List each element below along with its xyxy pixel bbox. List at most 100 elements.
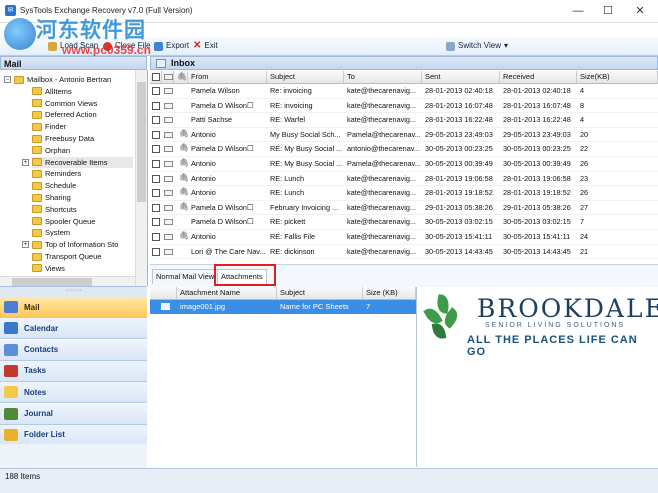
- select-all-checkbox[interactable]: [152, 73, 160, 81]
- tree-node[interactable]: Common Views: [32, 98, 97, 109]
- row-checkbox[interactable]: [152, 218, 160, 227]
- email-to: antonio@thecarenav...: [347, 144, 420, 154]
- column-subject[interactable]: Subject: [267, 71, 344, 83]
- nav-folder-list[interactable]: Folder List: [0, 424, 147, 446]
- row-checkbox[interactable]: [152, 87, 160, 95]
- email-row[interactable]: Patti Sachse RE: Warfel kate@thecarenavig.…: [150, 113, 658, 128]
- email-received: 28-01-2013 16:22:48: [503, 115, 571, 125]
- tree-node[interactable]: Orphan: [32, 145, 70, 156]
- row-checkbox[interactable]: [152, 116, 160, 125]
- exit-button[interactable]: ✕ Exit: [193, 39, 218, 53]
- email-row[interactable]: 🖇 Antonio RE: Fallis File kate@thecarenavig…: [150, 230, 658, 245]
- email-subject: February Invoicing ...: [270, 202, 339, 212]
- nav-mail[interactable]: Mail: [0, 297, 147, 318]
- email-row[interactable]: Pamela D Wilson☐ RE: invoicing kate@thecar…: [150, 99, 658, 114]
- expand-icon[interactable]: +: [22, 241, 29, 249]
- tree-node[interactable]: − Mailbox - Antonio Bertran: [4, 74, 111, 85]
- tree-node[interactable]: Reminders: [32, 168, 81, 179]
- close-window-button[interactable]: ✕: [626, 3, 654, 19]
- column-size[interactable]: Size (KB): [363, 287, 416, 299]
- expand-icon[interactable]: +: [22, 158, 29, 166]
- row-checkbox[interactable]: [152, 101, 160, 110]
- collapse-icon[interactable]: −: [4, 76, 11, 83]
- journal-icon: [4, 407, 18, 420]
- row-checkbox[interactable]: [152, 160, 160, 168]
- tree-node[interactable]: Shortcuts: [32, 204, 77, 215]
- nav-journal[interactable]: Journal: [0, 403, 147, 425]
- nav-contacts[interactable]: Contacts: [0, 339, 147, 361]
- tree-node[interactable]: Views: [32, 263, 65, 274]
- tree-node[interactable]: Freebusy Data: [32, 133, 94, 144]
- row-checkbox[interactable]: [152, 189, 160, 198]
- email-size: 26: [580, 188, 589, 198]
- scroll-thumb[interactable]: [137, 82, 146, 202]
- maximize-button[interactable]: ☐: [594, 3, 622, 19]
- envelope-icon: [164, 102, 173, 109]
- email-sent: 30-05-2013 00:39:49: [425, 159, 493, 168]
- column-to[interactable]: To: [344, 71, 422, 83]
- nav-notes[interactable]: Notes: [0, 382, 147, 404]
- email-row[interactable]: 🖇 Antonio RE: Lunch kate@thecarenavig... 28-…: [150, 186, 658, 201]
- nav-splitter[interactable]: ·······: [0, 286, 147, 297]
- row-checkbox[interactable]: [152, 130, 160, 139]
- email-to: kate@thecarenavig...: [347, 217, 417, 227]
- row-checkbox[interactable]: [152, 145, 160, 154]
- column-attachment-name[interactable]: Attachment Name: [177, 287, 277, 299]
- email-row[interactable]: 🖇 Antonio My Busy Social Sch... Pamela@thec…: [150, 128, 658, 143]
- nav-tasks[interactable]: Tasks: [0, 360, 147, 382]
- email-from: Antonio: [191, 159, 216, 168]
- column-sizekb[interactable]: Size(KB): [577, 71, 658, 83]
- tree-node-label: Top of Information Sto: [45, 240, 119, 250]
- select-all-checkbox-column[interactable]: [150, 71, 162, 83]
- attachment-row[interactable]: image001.jpg Name for PC Sheets 7: [150, 300, 416, 314]
- tree-node[interactable]: System: [32, 227, 70, 238]
- envelope-icon: [164, 117, 173, 124]
- switch-view-button[interactable]: Switch View ▾: [446, 39, 508, 53]
- tree-vertical-scrollbar[interactable]: [135, 70, 147, 286]
- tree-node[interactable]: Finder: [32, 121, 66, 132]
- column-sent[interactable]: Sent: [422, 71, 500, 83]
- tree-node-label: Spooler Queue: [45, 216, 96, 226]
- row-checkbox[interactable]: [152, 174, 160, 183]
- attachment-column[interactable]: 🖇: [174, 71, 188, 83]
- brand-name: BROOKDALE: [477, 294, 658, 323]
- column-received[interactable]: Received: [500, 71, 577, 83]
- row-checkbox[interactable]: [152, 247, 160, 256]
- email-subject: My Busy Social Sch...: [270, 129, 341, 139]
- row-checkbox[interactable]: [152, 233, 160, 241]
- tree-node[interactable]: Schedule: [32, 180, 76, 191]
- email-row[interactable]: 🖇 Antonio RE: My Busy Social ... Pamela@the…: [150, 157, 658, 172]
- minimize-button[interactable]: —: [564, 3, 592, 19]
- email-row[interactable]: 🖇 Antonio RE: Lunch kate@thecarenavig... 28-…: [150, 172, 658, 187]
- email-size: 23: [580, 173, 589, 183]
- email-row[interactable]: Lori @ The Care Nav... RE: dickinson kate@…: [150, 245, 658, 260]
- scroll-thumb[interactable]: [12, 278, 92, 286]
- email-subject: RE: Lunch: [270, 173, 305, 183]
- tree-node[interactable]: Sharing: [32, 192, 71, 203]
- email-to: kate@thecarenavig...: [347, 188, 417, 198]
- tree-node[interactable]: + Recoverable Items: [22, 156, 133, 168]
- tree-node[interactable]: AllItems: [32, 86, 72, 97]
- nav-calendar[interactable]: Calendar: [0, 318, 147, 340]
- tree-node-label: Common Views: [45, 98, 98, 108]
- email-row[interactable]: 🖇 Pamela D Wilson☐ February Invoicing ... k…: [150, 201, 658, 216]
- tree-node[interactable]: Spooler Queue: [32, 216, 95, 227]
- column-subject[interactable]: Subject: [277, 287, 363, 299]
- tab-normal-mail-view[interactable]: Normal Mail View: [152, 269, 219, 284]
- read-icon-column[interactable]: [162, 71, 174, 83]
- column-from[interactable]: From: [188, 71, 267, 83]
- tree-node[interactable]: Deferred Action: [32, 109, 97, 120]
- email-row[interactable]: Pamela D Wilson☐ RE: pickett kate@thecaren…: [150, 215, 658, 230]
- email-subject: RE: dickinson: [270, 246, 315, 256]
- envelope-icon: [164, 248, 173, 255]
- row-checkbox[interactable]: [152, 203, 160, 212]
- brand-tagline: ALL THE PLACES LIFE CAN GO: [467, 334, 638, 358]
- export-button[interactable]: Export: [154, 39, 189, 53]
- email-to: kate@thecarenavig...: [347, 100, 417, 110]
- tree-node[interactable]: Transport Queue: [32, 251, 101, 262]
- watermark-url: www.pc0359.cn: [62, 43, 151, 57]
- tree-node[interactable]: + Top of Information Sto: [22, 239, 119, 250]
- email-row[interactable]: Pamela Wilson Re: invoicing kate@thecarena…: [150, 84, 658, 99]
- email-row[interactable]: 🖇 Pamela D Wilson☐ RE: My Busy Social ... a…: [150, 142, 658, 157]
- tree-node-label: Orphan: [45, 145, 71, 155]
